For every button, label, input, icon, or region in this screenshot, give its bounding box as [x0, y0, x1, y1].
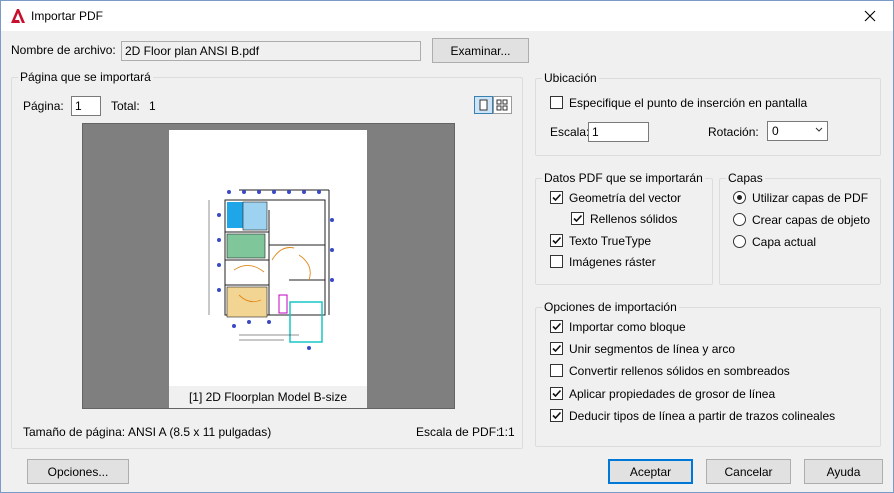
current-layer-label: Capa actual [752, 235, 817, 249]
pdf-data-legend: Datos PDF que se importarán [542, 171, 705, 185]
checkmark-icon [573, 214, 583, 223]
convert-fills-label: Convertir rellenos sólidos en sombreados [569, 364, 790, 378]
truetype-text-checkbox[interactable] [550, 234, 563, 247]
page-preview[interactable]: [1] 2D Floorplan Model B-size [82, 123, 455, 409]
rotation-select[interactable]: 0 [767, 121, 828, 141]
file-name-label: Nombre de archivo: [11, 43, 116, 57]
join-segments-checkbox[interactable] [550, 342, 563, 355]
ok-button[interactable]: Aceptar [608, 459, 693, 484]
grid-view-button[interactable] [493, 96, 512, 114]
import-as-block-checkbox[interactable] [550, 320, 563, 333]
title-bar: Importar PDF [1, 1, 893, 31]
pdf-scale-label: Escala de PDF: [416, 425, 500, 439]
import-as-block-label: Importar como bloque [569, 320, 686, 334]
single-page-view-button[interactable] [474, 96, 493, 114]
pdf-scale-value: 1:1 [498, 425, 515, 439]
layers-legend: Capas [726, 171, 765, 185]
window-title: Importar PDF [31, 9, 104, 23]
solid-fills-checkbox[interactable] [571, 212, 584, 225]
cancel-button-label: Cancelar [724, 464, 773, 479]
checkmark-icon [552, 322, 562, 331]
chevron-down-icon [815, 127, 823, 132]
browse-button-label: Examinar... [450, 43, 511, 58]
cancel-button[interactable]: Cancelar [706, 459, 791, 484]
truetype-text-label: Texto TrueType [569, 234, 652, 248]
page-thumbnail[interactable] [169, 130, 367, 386]
raster-images-label: Imágenes ráster [569, 255, 656, 269]
file-name-field: 2D Floor plan ANSI B.pdf [121, 41, 421, 61]
specify-insertion-checkbox[interactable] [550, 96, 563, 109]
vector-geometry-label: Geometría del vector [569, 191, 682, 205]
checkmark-icon [552, 411, 562, 420]
checkmark-icon [552, 193, 562, 202]
autocad-logo-icon [11, 9, 25, 23]
page-caption: [1] 2D Floorplan Model B-size [169, 386, 367, 408]
use-pdf-layers-radio[interactable] [733, 191, 746, 204]
apply-lineweight-checkbox[interactable] [550, 387, 563, 400]
convert-fills-checkbox[interactable] [550, 364, 563, 377]
ok-button-label: Aceptar [629, 464, 672, 479]
floor-plan-thumbnail [208, 189, 334, 350]
checkmark-icon [552, 344, 562, 353]
browse-button[interactable]: Examinar... [432, 38, 529, 63]
create-object-layers-radio[interactable] [733, 213, 746, 226]
grid-pages-icon [496, 99, 508, 111]
apply-lineweight-label: Aplicar propiedades de grosor de línea [569, 387, 776, 401]
location-legend: Ubicación [542, 71, 599, 85]
total-value: 1 [149, 99, 156, 113]
import-pdf-dialog: Importar PDF Nombre de archivo: 2D Floor… [0, 0, 894, 493]
help-button[interactable]: Ayuda [804, 459, 883, 484]
single-page-icon [479, 99, 488, 111]
create-object-layers-label: Crear capas de objeto [752, 213, 871, 227]
options-button[interactable]: Opciones... [27, 459, 129, 484]
scale-input[interactable]: 1 [588, 122, 649, 142]
import-options-legend: Opciones de importación [542, 300, 679, 314]
checkmark-icon [552, 389, 562, 398]
scale-label: Escala: [550, 125, 590, 139]
close-icon [864, 10, 876, 22]
vector-geometry-checkbox[interactable] [550, 191, 563, 204]
checkmark-icon [552, 236, 562, 245]
solid-fills-label: Rellenos sólidos [590, 212, 678, 226]
rotation-value: 0 [772, 124, 779, 138]
location-group: Ubicación [535, 71, 881, 156]
use-pdf-layers-label: Utilizar capas de PDF [752, 191, 869, 205]
infer-linetypes-label: Deducir tipos de línea a partir de trazo… [569, 409, 836, 423]
options-button-label: Opciones... [47, 464, 109, 479]
page-number-input[interactable]: 1 [71, 96, 101, 116]
page-label: Página: [23, 99, 64, 113]
help-button-label: Ayuda [826, 464, 861, 479]
total-label: Total: [111, 99, 140, 113]
current-layer-radio[interactable] [733, 235, 746, 248]
page-size-label: Tamaño de página: [23, 425, 126, 439]
rotation-label: Rotación: [708, 125, 759, 139]
page-size-value: ANSI A (8.5 x 11 pulgadas) [128, 425, 272, 439]
pages-legend: Página que se importará [18, 70, 153, 84]
join-segments-label: Unir segmentos de línea y arco [569, 342, 736, 356]
specify-insertion-label: Especifique el punto de inserción en pan… [569, 96, 808, 110]
close-button[interactable] [847, 1, 893, 31]
infer-linetypes-checkbox[interactable] [550, 409, 563, 422]
raster-images-checkbox[interactable] [550, 255, 563, 268]
